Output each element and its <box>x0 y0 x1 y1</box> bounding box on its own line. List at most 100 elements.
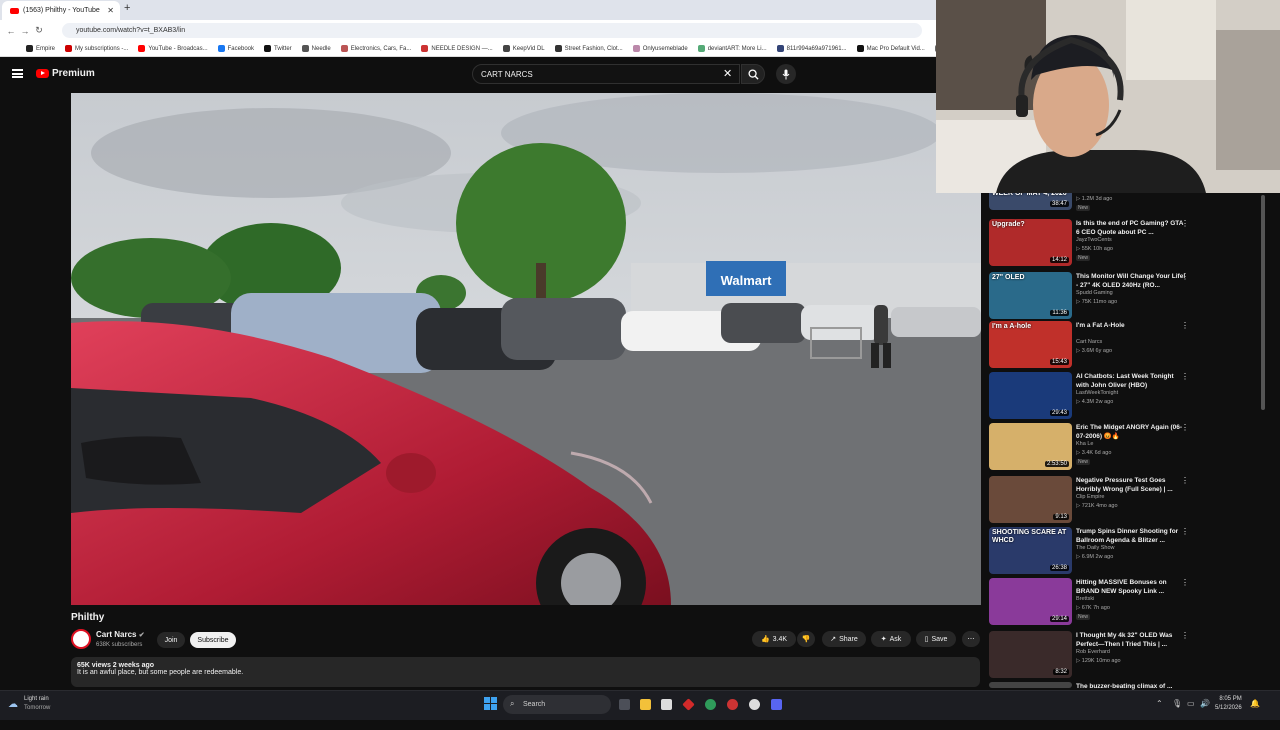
bookmark-item[interactable]: Facebook <box>217 45 254 52</box>
recommended-video[interactable]: WEEK OF MAY 4, 2026 38:47 ▷ 1.2M 3d ago New <box>989 188 1199 217</box>
recommended-video[interactable]: I'm a A-hole 15:43 I'm a Fat A-Hole Cart Na… <box>989 321 1199 369</box>
recommended-video[interactable]: 8:32 I Thought My 4k 32" OLED Was Perfect… <box>989 631 1199 679</box>
tab-title: (1563) Philthy - YouTube <box>23 7 100 14</box>
video-duration: 2:53:50 <box>1044 461 1069 467</box>
channel-name[interactable]: Cart Narcs ✔ <box>96 630 145 639</box>
video-thumbnail[interactable]: SHOOTING SCARE AT WHCD 26:38 <box>989 527 1072 574</box>
search-icon <box>747 68 759 80</box>
video-thumbnail[interactable]: 29:14 <box>989 578 1072 625</box>
more-options-icon[interactable]: ⋮ <box>1181 321 1189 330</box>
notifications-icon[interactable]: 🔔 <box>1250 699 1260 708</box>
recommended-video[interactable]: 2:53:50 Eric The Midget ANGRY Again (06-0… <box>989 423 1199 471</box>
video-thumbnail[interactable]: I'm a A-hole 15:43 <box>989 321 1072 368</box>
bookmark-item[interactable]: Street Fashion, Clot... <box>554 45 623 52</box>
channel-avatar[interactable] <box>71 629 91 649</box>
recommended-video[interactable]: 27" OLED 11:36 This Monitor Will Change Yo… <box>989 272 1199 320</box>
video-thumbnail[interactable]: Upgrade? 14:12 <box>989 219 1072 266</box>
reload-icon[interactable]: ↻ <box>32 25 46 36</box>
like-button[interactable]: 👍 3.4K <box>752 631 796 647</box>
share-button[interactable]: ↗ Share <box>822 631 866 647</box>
mic-tray-icon[interactable]: 🎙 <box>1172 699 1182 708</box>
recommended-video[interactable]: 29:14 Hitting MASSIVE Bonuses on BRAND NE… <box>989 578 1199 626</box>
more-options-icon[interactable]: ⋮ <box>1181 219 1189 228</box>
more-actions-button[interactable]: ⋯ <box>962 631 980 647</box>
bookmark-favicon-icon <box>217 45 225 52</box>
video-thumbnail[interactable]: 2:53:50 <box>989 423 1072 470</box>
bookmark-item[interactable]: Electronics, Cars, Fa... <box>340 45 411 52</box>
more-options-icon[interactable]: ⋮ <box>1181 272 1189 281</box>
bookmark-item[interactable]: Onlyusemeblade <box>632 45 688 52</box>
more-options-icon[interactable]: ⋮ <box>1181 476 1189 485</box>
bookmark-item[interactable]: Mac Pro Default Vid... <box>856 45 925 52</box>
url-field[interactable]: youtube.com/watch?v=t_BXAB3/lin <box>62 23 922 38</box>
recommended-video[interactable]: Upgrade? 14:12 Is this the end of PC Gamin… <box>989 219 1199 267</box>
new-tab-icon[interactable]: + <box>124 2 130 14</box>
video-duration: 9:13 <box>1053 514 1069 520</box>
description-box[interactable]: 65K views 2 weeks ago It is an awful pla… <box>71 657 980 687</box>
bookmark-favicon-icon <box>697 45 705 52</box>
video-player[interactable]: Walmart <box>71 93 981 605</box>
bookmark-item[interactable]: KeepVid DL <box>502 45 545 52</box>
steam-icon[interactable] <box>749 699 760 710</box>
verified-icon: ✔ <box>138 632 145 639</box>
app-icon[interactable] <box>682 698 695 711</box>
taskbar-search[interactable]: ⌕ Search <box>503 695 611 714</box>
more-options-icon[interactable]: ⋮ <box>1181 578 1189 587</box>
more-options-icon[interactable]: ⋮ <box>1181 631 1189 640</box>
discord-icon[interactable] <box>771 699 782 710</box>
forward-icon[interactable]: → <box>18 26 32 36</box>
obs-icon[interactable] <box>727 699 738 710</box>
recommended-video[interactable]: SHOOTING SCARE AT WHCD 26:38 Trump Spins D… <box>989 527 1199 575</box>
video-thumbnail[interactable]: 8:32 <box>989 631 1072 678</box>
bookmark-item[interactable]: NEEDLE DESIGN —... <box>421 45 493 52</box>
close-tab-icon[interactable]: ✕ <box>107 6 114 15</box>
tray-chevron-icon[interactable]: ⌃ <box>1156 699 1163 708</box>
file-explorer-icon[interactable] <box>640 699 651 710</box>
clear-search-icon[interactable]: ✕ <box>723 67 732 80</box>
bookmark-item[interactable]: YouTube - Broadcas... <box>138 45 208 52</box>
network-icon[interactable]: ▭ <box>1187 699 1195 708</box>
browser-tab[interactable]: (1563) Philthy - YouTube ✕ <box>2 1 120 20</box>
bookmark-icon: ▯ <box>924 636 929 643</box>
task-view-icon[interactable] <box>619 699 630 710</box>
subscribe-button[interactable]: Subscribe <box>190 632 236 648</box>
save-button[interactable]: ▯ Save <box>916 631 956 647</box>
back-icon[interactable]: ← <box>4 26 18 36</box>
bookmark-item[interactable]: Empire <box>26 45 55 52</box>
recommended-video[interactable]: 29:43 AI Chatbots: Last Week Tonight with… <box>989 372 1199 420</box>
more-options-icon[interactable]: ⋮ <box>1181 527 1189 536</box>
chrome-icon[interactable] <box>705 699 716 710</box>
menu-icon[interactable] <box>12 69 23 78</box>
video-thumbnail[interactable] <box>989 682 1072 688</box>
store-icon[interactable] <box>661 699 672 710</box>
join-button[interactable]: Join <box>157 632 185 648</box>
video-title: Is this the end of PC Gaming? GTA 6 CEO … <box>1076 220 1184 236</box>
video-thumbnail[interactable]: 29:43 <box>989 372 1072 419</box>
more-options-icon[interactable]: ⋮ <box>1181 372 1189 381</box>
share-icon: ↗ <box>830 636 837 643</box>
bookmark-item[interactable]: My subscriptions -... <box>65 45 128 52</box>
search-button[interactable] <box>741 64 765 84</box>
bookmark-favicon-icon <box>301 45 309 52</box>
bookmark-label: YouTube - Broadcas... <box>148 45 208 52</box>
search-input[interactable]: CART NARCS <box>472 64 740 84</box>
dislike-button[interactable]: 👎 <box>797 631 815 647</box>
bookmark-item[interactable]: Needle <box>301 45 331 52</box>
clock[interactable]: 8:05 PM 5/12/2026 <box>1215 695 1242 713</box>
more-options-icon[interactable]: ⋮ <box>1181 423 1189 432</box>
voice-search-button[interactable] <box>776 64 796 84</box>
video-thumbnail[interactable]: 9:13 <box>989 476 1072 523</box>
channel-name: Rob Everhard <box>1076 649 1110 655</box>
sidebar-scrollbar[interactable] <box>1261 195 1265 410</box>
video-thumbnail[interactable]: 27" OLED 11:36 <box>989 272 1072 319</box>
volume-icon[interactable]: 🔊 <box>1200 699 1210 708</box>
recommended-video[interactable]: 9:13 Negative Pressure Test Goes Horribly… <box>989 476 1199 524</box>
start-button[interactable] <box>484 697 497 710</box>
video-meta: ▷ 67K 7h ago <box>1076 605 1110 611</box>
bookmark-item[interactable]: deviantART: More Li... <box>697 45 767 52</box>
bookmark-item[interactable]: 811r994a69a971961... <box>776 45 847 52</box>
youtube-logo[interactable]: Premium <box>36 68 95 79</box>
ask-button[interactable]: ✦ Ask <box>871 631 911 647</box>
bookmark-item[interactable]: Twitter <box>264 45 292 52</box>
bookmarks-bar: Empire My subscriptions -... YouTube - Bro… <box>0 41 936 57</box>
